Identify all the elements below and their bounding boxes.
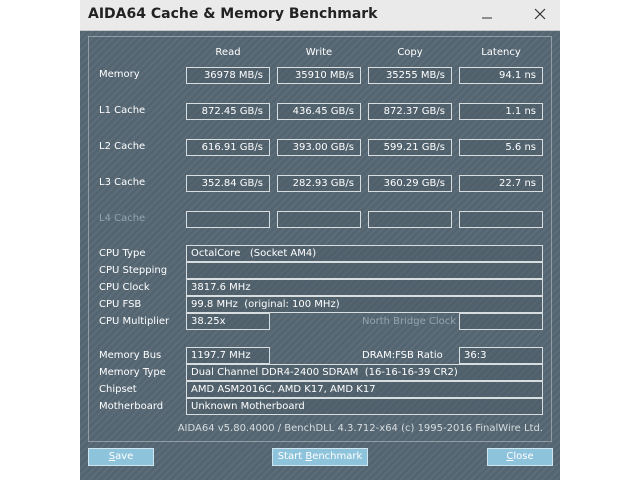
north-bridge-clock-value — [459, 313, 543, 330]
row-label-l4-cache: L4 Cache — [99, 213, 146, 224]
cpu-fsb-label: CPU FSB — [99, 299, 142, 310]
dram-fsb-ratio-value: 36:3 — [459, 347, 543, 364]
cpu-multiplier-label: CPU Multiplier — [99, 316, 170, 327]
cpu-stepping-label: CPU Stepping — [99, 265, 168, 276]
close-button[interactable]: Close — [487, 448, 553, 466]
cpu-clock-label: CPU Clock — [99, 282, 150, 293]
l3-latency-value: 22.7 ns — [459, 175, 543, 192]
close-window-button[interactable] — [523, 2, 557, 26]
north-bridge-clock-label: North Bridge Clock — [362, 316, 457, 327]
cpu-fsb-value: 99.8 MHz (original: 100 MHz) — [186, 296, 543, 313]
l2-latency-value: 5.6 ns — [459, 139, 543, 156]
cpu-clock-value: 3817.6 MHz — [186, 279, 543, 296]
chipset-value: AMD ASM2016C, AMD K17, AMD K17 — [186, 381, 543, 398]
column-header-latency: Latency — [481, 47, 521, 58]
l2-write-value: 393.00 GB/s — [277, 139, 361, 156]
l1-copy-value: 872.37 GB/s — [368, 103, 452, 120]
cpu-multiplier-value: 38.25x — [186, 313, 270, 330]
close-icon — [534, 8, 546, 20]
l3-write-value: 282.93 GB/s — [277, 175, 361, 192]
chipset-label: Chipset — [99, 384, 137, 395]
motherboard-label: Motherboard — [99, 401, 164, 412]
results-panel: Read Write Copy Latency Memory 36978 MB/… — [88, 36, 552, 442]
memory-type-value: Dual Channel DDR4-2400 SDRAM (16-16-16-3… — [186, 364, 543, 381]
l2-read-value: 616.91 GB/s — [186, 139, 270, 156]
memory-latency-value: 94.1 ns — [459, 67, 543, 84]
cpu-stepping-value — [186, 262, 543, 279]
cpu-type-label: CPU Type — [99, 248, 146, 259]
l4-copy-value — [368, 211, 452, 228]
version-copyright-text: AIDA64 v5.80.4000 / BenchDLL 4.3.712-x64… — [177, 423, 543, 434]
column-header-write: Write — [305, 47, 333, 58]
column-header-read: Read — [215, 47, 241, 58]
benchmark-window: AIDA64 Cache & Memory Benchmark Read Wri… — [80, 0, 560, 480]
title-bar: AIDA64 Cache & Memory Benchmark — [80, 0, 560, 31]
start-benchmark-label-prefix: Start — [277, 451, 306, 462]
memory-bus-value: 1197.7 MHz — [186, 347, 270, 364]
start-benchmark-button[interactable]: Start Benchmark — [272, 448, 368, 466]
window-title: AIDA64 Cache & Memory Benchmark — [88, 6, 378, 22]
close-button-label: lose — [513, 451, 534, 462]
l4-latency-value — [459, 211, 543, 228]
l3-copy-value: 360.29 GB/s — [368, 175, 452, 192]
minimize-button[interactable] — [470, 2, 504, 26]
memory-write-value: 35910 MB/s — [277, 67, 361, 84]
dram-fsb-ratio-label: DRAM:FSB Ratio — [362, 350, 443, 361]
save-button[interactable]: Save — [88, 448, 154, 466]
minimize-icon — [482, 17, 492, 19]
row-label-l2-cache: L2 Cache — [99, 141, 146, 152]
save-button-label: ave — [115, 451, 134, 462]
l2-copy-value: 599.21 GB/s — [368, 139, 452, 156]
row-label-memory: Memory — [99, 69, 140, 80]
l1-read-value: 872.45 GB/s — [186, 103, 270, 120]
l4-write-value — [277, 211, 361, 228]
cpu-type-value: OctalCore (Socket AM4) — [186, 245, 543, 262]
column-header-copy: Copy — [397, 47, 423, 58]
memory-copy-value: 35255 MB/s — [368, 67, 452, 84]
start-benchmark-label-rest: enchmark — [312, 451, 363, 462]
memory-bus-label: Memory Bus — [99, 350, 162, 361]
l1-write-value: 436.45 GB/s — [277, 103, 361, 120]
l3-read-value: 352.84 GB/s — [186, 175, 270, 192]
memory-read-value: 36978 MB/s — [186, 67, 270, 84]
row-label-l1-cache: L1 Cache — [99, 105, 146, 116]
l4-read-value — [186, 211, 270, 228]
memory-type-label: Memory Type — [99, 367, 166, 378]
l1-latency-value: 1.1 ns — [459, 103, 543, 120]
row-label-l3-cache: L3 Cache — [99, 177, 146, 188]
motherboard-value: Unknown Motherboard — [186, 398, 543, 415]
